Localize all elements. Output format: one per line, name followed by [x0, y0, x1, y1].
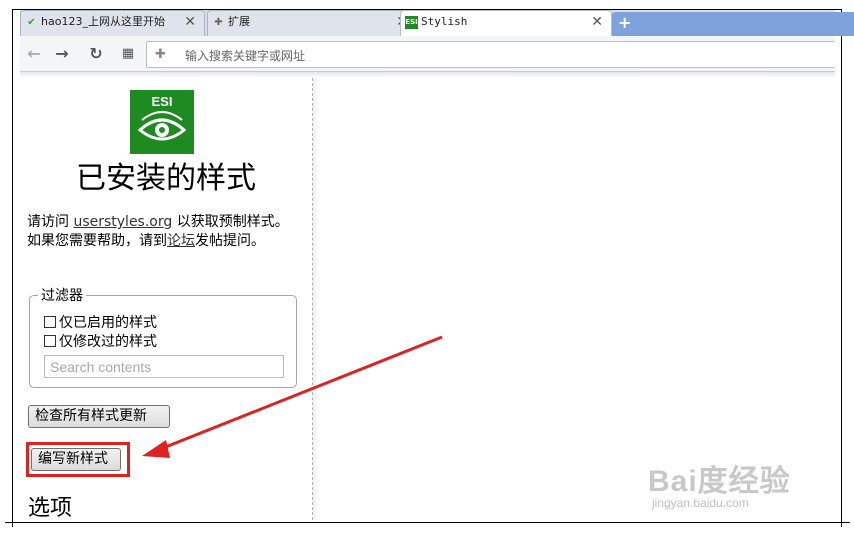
watermark-sub: jingyan.baidu.com	[652, 496, 749, 510]
watermark-main: Bai度经验	[648, 465, 791, 498]
baidu-watermark: Bai度经验 jingyan.baidu.com	[640, 450, 840, 520]
